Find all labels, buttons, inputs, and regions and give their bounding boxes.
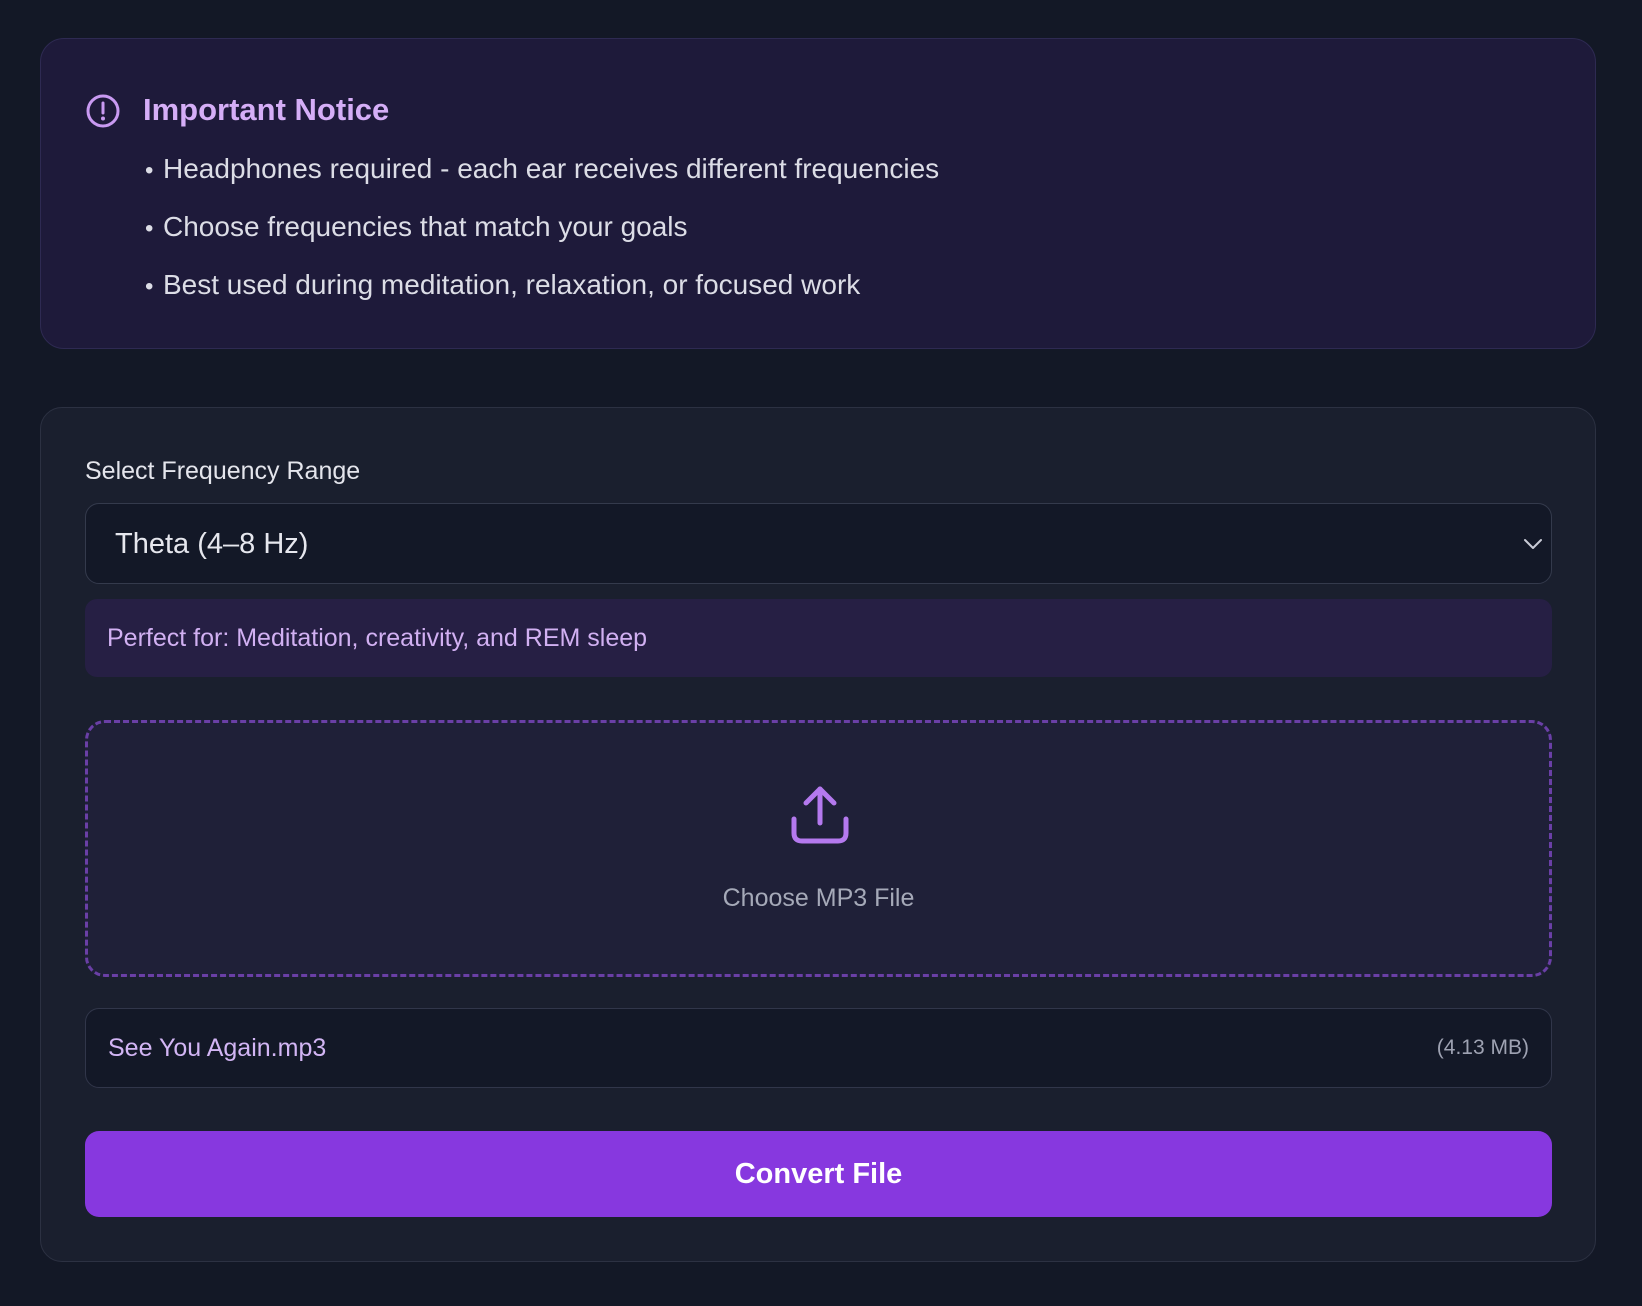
bullet: • [145, 273, 154, 300]
notice-list: • Headphones required - each ear receives… [145, 149, 939, 323]
frequency-selected-value: Theta (4–8 Hz) [115, 528, 309, 560]
choose-file-label: Choose MP3 File [722, 884, 915, 912]
frequency-range-select[interactable]: Theta (4–8 Hz) [85, 503, 1552, 584]
selected-file-row: See You Again.mp3 (4.13 MB) [85, 1008, 1552, 1088]
converter-card: Select Frequency Range Theta (4–8 Hz) Pe… [40, 407, 1596, 1262]
bullet: • [145, 215, 154, 242]
frequency-description-text: Perfect for: Meditation, creativity, and… [107, 624, 648, 652]
notice-item: • Best used during meditation, relaxation… [145, 265, 939, 323]
notice-item-text: Choose frequencies that match your goals [163, 211, 688, 242]
convert-file-button[interactable]: Convert File [85, 1131, 1552, 1217]
upload-icon [791, 786, 849, 844]
frequency-description: Perfect for: Meditation, creativity, and… [85, 599, 1552, 677]
notice-item-text: Headphones required - each ear receives … [163, 153, 940, 184]
notice-item-text: Best used during meditation, relaxation,… [163, 269, 861, 300]
notice-item: • Headphones required - each ear receives… [145, 149, 939, 207]
bullet: • [145, 157, 154, 184]
exclamation-circle-icon [86, 94, 120, 128]
notice-item: • Choose frequencies that match your goal… [145, 207, 939, 265]
frequency-range-label: Select Frequency Range [85, 457, 361, 485]
file-name: See You Again.mp3 [108, 1034, 327, 1062]
file-size: (4.13 MB) [1436, 1036, 1529, 1059]
notice-title: Important Notice [143, 92, 390, 127]
page: Important Notice • Headphones required - … [0, 0, 1642, 1306]
important-notice-panel: Important Notice • Headphones required - … [40, 38, 1596, 349]
mp3-file-dropzone[interactable]: Choose MP3 File [85, 720, 1552, 977]
chevron-down-icon [1524, 539, 1542, 549]
